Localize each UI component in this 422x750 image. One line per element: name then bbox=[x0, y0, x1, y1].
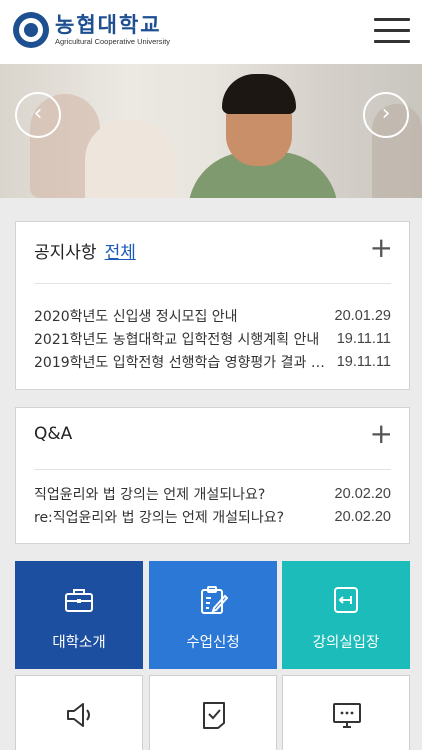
list-item[interactable]: 2020학년도 신입생 정시모집 안내 20.01.29 bbox=[34, 304, 391, 327]
checklist-icon bbox=[203, 702, 225, 729]
list-item[interactable]: re:직업윤리와 법 강의는 언제 개설되나요? 20.02.20 bbox=[34, 505, 391, 528]
notice-item-date: 19.11.11 bbox=[336, 330, 391, 347]
list-item[interactable]: 2021학년도 농협대학교 입학전형 시행계획 안내 19.11.11 bbox=[34, 327, 391, 350]
logo-korean: 농협대학교 bbox=[55, 13, 162, 37]
notice-item-title[interactable]: 2021학년도 농협대학교 입학전형 시행계획 안내 bbox=[34, 329, 337, 349]
tile-label: 강의실입장 bbox=[312, 635, 380, 651]
tile-university-intro[interactable]: 대학소개 bbox=[15, 561, 143, 669]
divider bbox=[34, 469, 391, 470]
tile-monitor[interactable] bbox=[282, 675, 410, 750]
university-logo[interactable]: 농협대학교 Agricultural Cooperative Universit… bbox=[13, 12, 170, 48]
qna-title: Q&A bbox=[34, 424, 73, 444]
monitor-icon bbox=[333, 703, 361, 728]
clipboard-pen-icon bbox=[201, 586, 228, 614]
tile-course-registration[interactable]: 수업신청 bbox=[149, 561, 277, 669]
qna-more-icon[interactable]: + bbox=[370, 418, 393, 450]
logo-english: Agricultural Cooperative University bbox=[55, 37, 171, 46]
megaphone-icon bbox=[67, 703, 90, 727]
notice-item-title[interactable]: 2019학년도 입학전형 선행학습 영향평가 결과 공개 bbox=[34, 352, 337, 372]
notice-list: 2020학년도 신입생 정시모집 안내 20.01.29 2021학년도 농협대… bbox=[34, 304, 391, 373]
banner-next-button[interactable]: › bbox=[363, 92, 409, 138]
tile-checklist[interactable] bbox=[149, 675, 277, 750]
university-emblem-icon bbox=[13, 12, 49, 48]
notice-header: 공지사항 전체 bbox=[34, 238, 136, 263]
qna-panel: Q&A + 직업윤리와 법 강의는 언제 개설되나요? 20.02.20 re:… bbox=[15, 407, 410, 544]
notice-item-date: 20.01.29 bbox=[334, 307, 391, 324]
tile-announcements[interactable] bbox=[15, 675, 143, 750]
qna-item-date: 20.02.20 bbox=[334, 485, 391, 502]
qna-item-date: 20.02.20 bbox=[334, 508, 391, 525]
tile-label: 수업신청 bbox=[186, 635, 240, 651]
hamburger-menu-icon[interactable] bbox=[374, 18, 410, 46]
qna-list: 직업윤리와 법 강의는 언제 개설되나요? 20.02.20 re:직업윤리와 … bbox=[34, 482, 391, 528]
notice-item-title[interactable]: 2020학년도 신입생 정시모집 안내 bbox=[34, 306, 335, 326]
qna-item-title[interactable]: re:직업윤리와 법 강의는 언제 개설되나요? bbox=[34, 507, 335, 527]
tile-enter-classroom[interactable]: 강의실입장 bbox=[282, 561, 410, 669]
header: 농협대학교 Agricultural Cooperative Universit… bbox=[0, 0, 422, 64]
notice-panel: 공지사항 전체 + 2020학년도 신입생 정시모집 안내 20.01.29 20… bbox=[15, 221, 410, 390]
notice-title: 공지사항 bbox=[34, 243, 97, 263]
logo-text: 농협대학교 Agricultural Cooperative Universit… bbox=[55, 14, 170, 46]
qna-item-title[interactable]: 직업윤리와 법 강의는 언제 개설되나요? bbox=[34, 484, 335, 504]
list-item[interactable]: 직업윤리와 법 강의는 언제 개설되나요? 20.02.20 bbox=[34, 482, 391, 505]
banner-prev-button[interactable]: ‹ bbox=[15, 92, 61, 138]
tile-label: 대학소개 bbox=[52, 635, 106, 651]
enter-icon bbox=[334, 587, 358, 613]
notice-all-link[interactable]: 전체 bbox=[105, 243, 136, 263]
notice-more-icon[interactable]: + bbox=[370, 232, 393, 264]
list-item[interactable]: 2019학년도 입학전형 선행학습 영향평가 결과 공개 19.11.11 bbox=[34, 350, 391, 373]
divider bbox=[34, 283, 391, 284]
hero-banner: ‹ › bbox=[0, 64, 422, 198]
briefcase-icon bbox=[65, 589, 93, 612]
notice-item-date: 19.11.11 bbox=[336, 353, 391, 370]
